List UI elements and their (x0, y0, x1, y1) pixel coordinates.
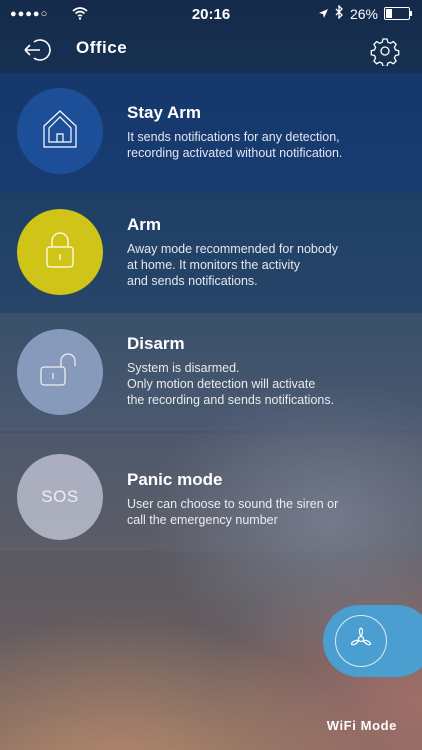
house-icon (40, 108, 80, 155)
status-bar: ●●●●○ 20:16 26% (0, 0, 422, 30)
mode-label: Stay Arm (127, 103, 202, 122)
location-icon (318, 6, 329, 22)
battery-fill (386, 9, 392, 18)
padlock-open-icon (38, 352, 82, 393)
stay-arm-text: Stay Arm It sends notifications for any … (127, 103, 412, 161)
fab-ring (335, 615, 387, 667)
mode-disarm[interactable]: Disarm System is disarmed. Only motion d… (0, 313, 422, 431)
mode-description: User can choose to sound the siren or ca… (127, 497, 339, 527)
mode-stay-arm[interactable]: Stay Arm It sends notifications for any … (0, 73, 422, 191)
arm-circle (17, 209, 103, 295)
mode-label: Panic mode (127, 470, 223, 489)
padlock-closed-icon (43, 230, 77, 275)
mode-description: It sends notifications for any detection… (127, 130, 343, 160)
disarm-text: Disarm System is disarmed. Only motion d… (127, 334, 412, 408)
battery-icon (384, 7, 412, 20)
connection-mode-label: WiFi Mode (326, 718, 397, 733)
mode-panic[interactable]: SOS Panic mode User can choose to sound … (0, 433, 422, 551)
page-title: Office (76, 38, 128, 57)
navigation-bar: Office (0, 30, 422, 70)
mode-label: Disarm (127, 334, 185, 353)
mode-description: System is disarmed. Only motion detectio… (127, 361, 335, 407)
panic-circle: SOS (17, 454, 103, 540)
sos-label: SOS (41, 487, 79, 506)
gear-icon[interactable] (370, 36, 400, 68)
fan-icon (346, 624, 376, 659)
fan-action-button[interactable] (323, 605, 422, 677)
bluetooth-icon (335, 4, 344, 22)
mode-arm[interactable]: Arm Away mode recommended for nobody at … (0, 193, 422, 311)
mode-label: Arm (127, 215, 162, 234)
battery-percent: 26% (349, 5, 378, 22)
disarm-circle (17, 329, 103, 415)
mode-description: Away mode recommended for nobody at home… (127, 242, 338, 288)
back-arrow-circle-icon[interactable] (22, 34, 54, 66)
status-right: 26% (318, 4, 412, 22)
stay-arm-circle (17, 88, 103, 174)
panic-text: Panic mode User can choose to sound the … (127, 470, 412, 528)
arm-text: Arm Away mode recommended for nobody at … (127, 215, 412, 289)
